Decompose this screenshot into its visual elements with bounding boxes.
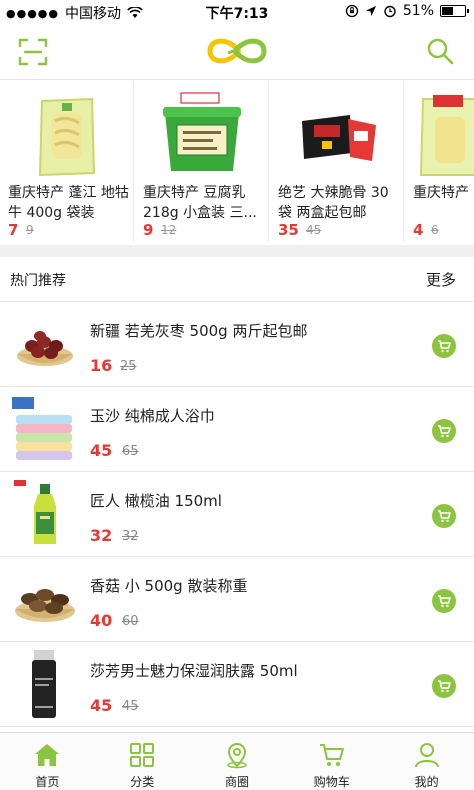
tab-label: 我的 <box>414 775 439 789</box>
product-image <box>14 480 56 544</box>
tab-bar: 首页 分类 商圈 购物车 我的 <box>0 732 474 790</box>
featured-price: 7 <box>8 221 19 239</box>
add-to-cart-button[interactable] <box>432 419 456 443</box>
battery-percent: 51% <box>402 3 434 19</box>
product-price: 45 <box>90 696 113 715</box>
cart-icon <box>438 425 451 438</box>
tab-label: 分类 <box>130 775 155 789</box>
tab-nearby[interactable]: 商圈 <box>190 733 285 790</box>
featured-card[interactable]: 重庆特产 珠 风味泡 4 6 <box>405 81 474 241</box>
product-name: 莎芳男士魅力保湿润肤露 50ml <box>90 662 298 680</box>
list-item[interactable]: 匠人 橄榄油 150ml 32 32 <box>0 472 474 557</box>
cart-icon <box>319 744 344 766</box>
product-image <box>12 397 72 460</box>
status-right: 51% <box>345 3 469 19</box>
add-to-cart-button[interactable] <box>432 589 456 613</box>
section-title: 热门推荐 <box>10 273 66 289</box>
list-item[interactable]: 玉沙 纯棉成人浴巾 45 65 <box>0 387 474 472</box>
product-image <box>163 92 241 171</box>
product-image <box>302 115 376 161</box>
add-to-cart-button[interactable] <box>432 674 456 698</box>
rotation-lock-icon <box>345 4 359 18</box>
search-icon[interactable] <box>426 37 454 65</box>
product-name: 香菇 小 500g 散装称重 <box>90 577 248 595</box>
more-link[interactable]: 更多 <box>426 269 456 290</box>
section-divider <box>0 245 474 257</box>
product-image <box>32 650 56 718</box>
tab-cart[interactable]: 购物车 <box>284 733 379 790</box>
cart-icon <box>438 340 451 353</box>
product-image <box>38 97 96 177</box>
product-price: 45 <box>90 441 113 460</box>
list-item[interactable]: 新疆 若羌灰枣 500g 两斤起包邮 16 25 <box>0 302 474 387</box>
featured-old-price: 6 <box>431 223 439 237</box>
product-price: 16 <box>90 356 113 375</box>
tab-home[interactable]: 首页 <box>0 733 95 790</box>
product-price: 40 <box>90 611 113 630</box>
battery-icon <box>440 5 469 17</box>
location-pin-icon <box>227 742 247 769</box>
alarm-icon <box>384 5 396 18</box>
category-grid-icon <box>130 743 155 767</box>
tab-label: 商圈 <box>224 775 249 789</box>
featured-price: 4 <box>413 221 424 239</box>
product-old-price: 60 <box>122 614 139 629</box>
hot-recommend-header: 热门推荐 更多 <box>0 257 474 302</box>
featured-title: 重庆特产 珠 风味泡 <box>413 185 474 201</box>
tab-label: 购物车 <box>313 775 350 789</box>
user-icon <box>414 743 439 768</box>
location-icon <box>365 6 376 16</box>
product-old-price: 32 <box>122 529 139 544</box>
cart-icon <box>438 680 451 693</box>
logo-icon <box>207 38 267 64</box>
product-name: 匠人 橄榄油 150ml <box>90 492 222 510</box>
battery-fill <box>442 7 453 15</box>
featured-price: 35 <box>278 221 299 239</box>
featured-carousel[interactable]: 重庆特产 蓬江 地牯牛 400g 袋装 7 9 重庆特产 豆腐乳 218g 小盒… <box>0 81 474 245</box>
product-name: 玉沙 纯棉成人浴巾 <box>90 407 215 425</box>
featured-old-price: 12 <box>161 223 177 237</box>
list-item[interactable]: 香菇 小 500g 散装称重 40 60 <box>0 557 474 642</box>
product-name: 新疆 若羌灰枣 500g 两斤起包邮 <box>90 322 308 340</box>
status-bar: ●●●●● 中国移动 下午7:13 51% <box>0 0 474 24</box>
featured-card[interactable]: 绝艺 大辣脆骨 30袋 两盒起包邮 35 45 <box>270 81 404 241</box>
home-icon <box>35 744 60 766</box>
nav-bar <box>0 24 474 80</box>
product-image <box>419 95 474 176</box>
cart-icon <box>438 595 451 608</box>
featured-price: 9 <box>143 221 154 239</box>
featured-old-price: 45 <box>306 223 322 237</box>
scan-icon[interactable] <box>18 37 48 67</box>
tab-label: 首页 <box>35 775 60 789</box>
featured-old-price: 9 <box>26 223 34 237</box>
tab-profile[interactable]: 我的 <box>379 733 474 790</box>
product-price: 32 <box>90 526 113 545</box>
list-item[interactable]: 莎芳男士魅力保湿润肤露 50ml 45 45 <box>0 642 474 727</box>
product-image <box>15 589 75 622</box>
add-to-cart-button[interactable] <box>432 504 456 528</box>
featured-title: 绝艺 大辣脆骨 30袋 两盒起包邮 <box>278 185 389 221</box>
product-old-price: 65 <box>122 444 139 459</box>
featured-card[interactable]: 重庆特产 蓬江 地牯牛 400g 袋装 7 9 <box>0 81 134 241</box>
product-image <box>17 331 73 366</box>
featured-title: 重庆特产 豆腐乳 218g 小盒装 三... <box>143 185 257 221</box>
product-old-price: 45 <box>122 699 139 714</box>
cart-icon <box>438 510 451 523</box>
featured-title: 重庆特产 蓬江 地牯牛 400g 袋装 <box>8 185 129 221</box>
product-list: 新疆 若羌灰枣 500g 两斤起包邮 16 25 玉沙 纯棉成人浴巾 45 65 <box>0 302 474 727</box>
featured-card[interactable]: 重庆特产 豆腐乳 218g 小盒装 三... 9 12 <box>135 81 269 241</box>
add-to-cart-button[interactable] <box>432 334 456 358</box>
product-old-price: 25 <box>120 359 137 374</box>
tab-category[interactable]: 分类 <box>95 733 190 790</box>
